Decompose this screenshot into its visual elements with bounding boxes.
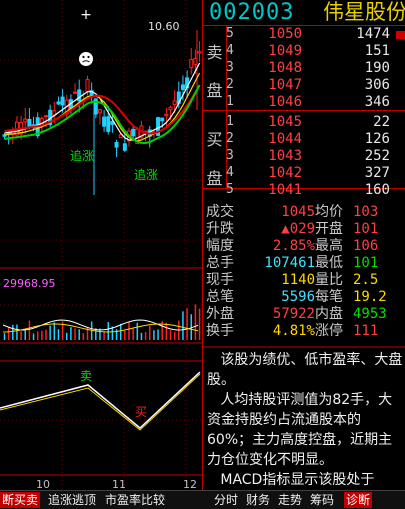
stat-row-current: 现手 1140 量比 2.5 [206, 272, 379, 288]
chart-grid [0, 0, 203, 490]
ask-row-1[interactable]: 1 1046 346 [226, 94, 405, 111]
signal-sell-label: 卖 [80, 369, 92, 383]
x-tick-11: 11 [112, 478, 126, 490]
signal-lines [0, 371, 201, 431]
candles-group [2, 30, 202, 195]
candle-body [56, 101, 61, 105]
stat-row-volume: 总手 107461 最低 101 [206, 255, 379, 271]
tab-diagnosis[interactable]: 诊断 [344, 492, 373, 508]
analysis-note: 该股为绩优、低市盈率、大盘股。 人均持股评测值为82手，大资金持股约占流通股本的… [207, 352, 403, 488]
x-tick-10: 10 [36, 478, 50, 490]
macd-value-label: 29968.95 [3, 277, 56, 290]
candle-body [160, 117, 165, 122]
ask-row-5[interactable]: 5 1050 1474 [226, 26, 405, 43]
volume-ma-lines [2, 319, 199, 333]
candle-body [97, 109, 102, 114]
bid-row-5[interactable]: 5 1041 160 [226, 182, 405, 198]
bottom-tab-bar: 断买卖 追涨逃顶 市盈率比较 分时 财务 走势 筹码 诊断 [0, 490, 405, 509]
tab-finance[interactable]: 财务 [244, 492, 272, 508]
ask-volume-bar [396, 31, 405, 39]
x-tick-12: 12 [183, 478, 197, 490]
chase-mark-left: 追涨 [70, 148, 94, 163]
candle-body [131, 128, 136, 137]
price-high-label: 10.60 [148, 20, 180, 33]
candle-body [27, 118, 32, 128]
kline-chart[interactable]: + 10.60 追涨 追涨 29968.95 卖 买 10 11 12 [0, 0, 203, 491]
candle-body [106, 116, 111, 132]
quote-panel: 002003 伟星股份 卖 盘 买 盘 5 1050 1474 4 1049 151 3… [203, 0, 405, 490]
stat-row-range: 幅度 2.85% 最高 106 [206, 238, 379, 254]
stat-row-turnover: 换手 4.81% 涨停 111 [206, 323, 379, 339]
ask-row-2[interactable]: 2 1047 306 [226, 77, 405, 94]
candle-body [60, 96, 65, 106]
stat-row-trade: 成交 1045 均价 103 [206, 204, 379, 220]
candle-body [189, 59, 194, 69]
stat-row-outer: 外盘 57922 内盘 4953 [206, 306, 387, 322]
tab-chips[interactable]: 筹码 [308, 492, 336, 508]
tab-judge-buy-sell[interactable]: 断买卖 [0, 492, 41, 508]
candle-body [77, 89, 82, 102]
candle-body [180, 84, 185, 90]
candle-body [197, 51, 202, 54]
ask-row-4[interactable]: 4 1049 151 [226, 43, 405, 60]
tab-pe-compare[interactable]: 市盈率比较 [103, 492, 167, 508]
stat-row-change: 升跌 ▲029 开盘 101 [206, 221, 379, 237]
tab-trend[interactable]: 走势 [276, 492, 304, 508]
bid-row-3[interactable]: 3 1043 252 [226, 148, 405, 165]
candle-body [102, 116, 107, 127]
bid-row-1[interactable]: 1 1045 22 [226, 114, 405, 131]
stats-table: 成交 1045 均价 103 升跌 ▲029 开盘 101 幅度 2.85% 最高 106 总手 1… [203, 205, 405, 347]
order-book: 卖 盘 买 盘 5 1050 1474 4 1049 151 3 1048 190 2 104… [203, 25, 405, 198]
signal-line-yellow [0, 373, 201, 431]
chase-mark-right: 追涨 [134, 167, 158, 182]
kline-chart-panel[interactable]: + 10.60 追涨 追涨 29968.95 卖 买 10 11 12 [0, 0, 203, 491]
stock-code: 002003 [209, 0, 295, 25]
tab-timeshare[interactable]: 分时 [212, 492, 240, 508]
crosshair-marker: + [80, 7, 92, 23]
buy-label-1: 买 [206, 130, 223, 149]
sell-label-2: 盘 [206, 81, 223, 100]
ask-row-3[interactable]: 3 1048 190 [226, 60, 405, 77]
stat-row-deals: 总笔 5596 每笔 19.2 [206, 289, 387, 305]
candle-body [23, 118, 28, 123]
candle-body [193, 58, 198, 65]
sell-label-1: 卖 [206, 43, 223, 62]
tab-chase-escape[interactable]: 追涨逃顶 [46, 492, 98, 508]
volume-bars [3, 304, 201, 340]
candle-body [44, 115, 48, 118]
bid-row-2[interactable]: 2 1044 126 [226, 131, 405, 148]
candle-body [168, 106, 173, 111]
candle-body [172, 100, 177, 106]
smiley-icon [79, 52, 93, 66]
signal-buy-label: 买 [135, 405, 147, 419]
buy-label-2: 盘 [206, 169, 223, 188]
candle-body [73, 91, 78, 94]
stock-name: 伟星股份 [323, 0, 405, 24]
candle-body [122, 143, 127, 151]
candle-body [85, 79, 90, 92]
bid-row-4[interactable]: 4 1042 327 [226, 165, 405, 182]
candle-body [164, 113, 169, 117]
candle-body [114, 142, 119, 148]
